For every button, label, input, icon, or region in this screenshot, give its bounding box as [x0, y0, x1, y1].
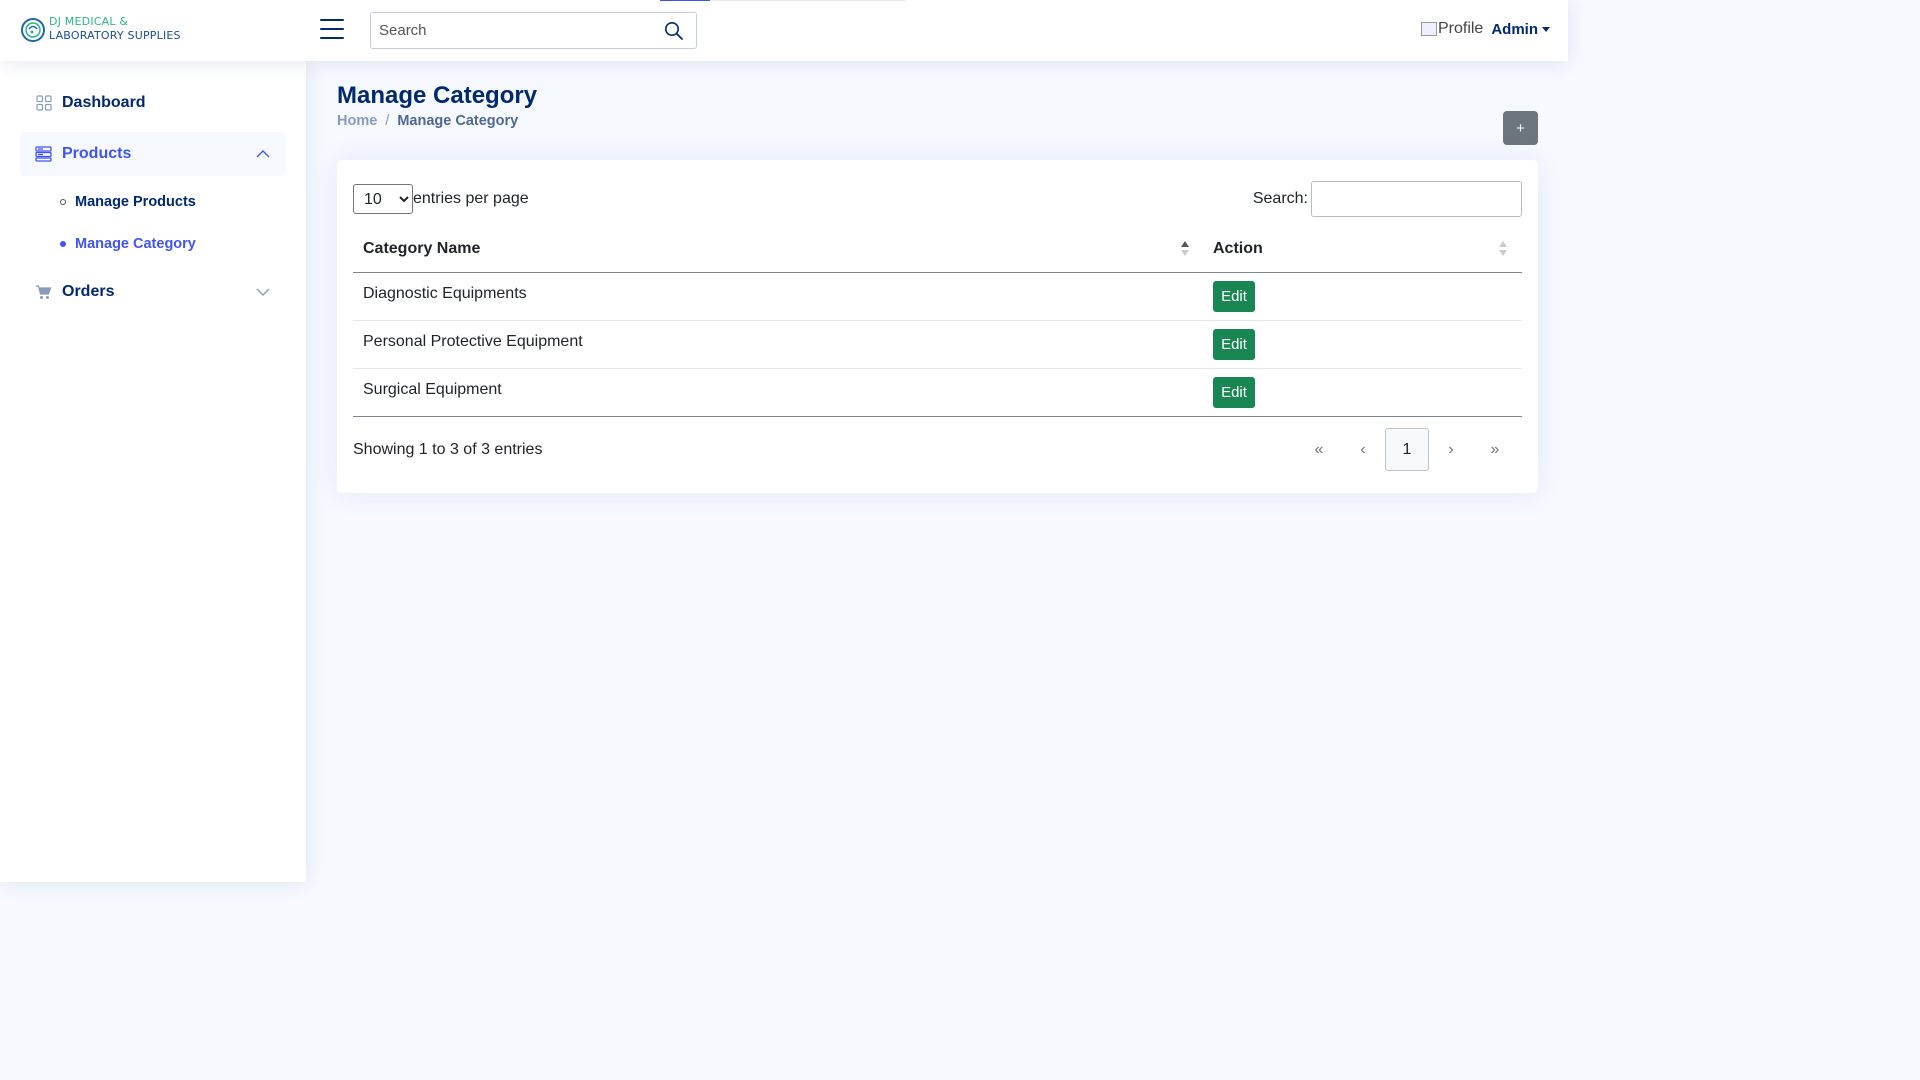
loading-bar	[660, 0, 906, 1]
category-name-cell: Personal Protective Equipment	[363, 333, 583, 350]
caret-down-icon	[1542, 26, 1550, 32]
avatar: Profile	[1420, 20, 1484, 38]
pagination-next-button[interactable]: ›	[1429, 428, 1473, 471]
chevron-down-icon	[256, 285, 270, 299]
entries-per-page-select[interactable]: 10	[353, 184, 413, 214]
table-search-input[interactable]	[1311, 181, 1522, 217]
circle-fill-icon	[60, 241, 66, 247]
table-row: Personal Protective Equipment Edit	[353, 321, 1522, 369]
table-search: Search:	[1253, 181, 1522, 217]
category-table-card: 10 entries per page Search: Category Nam…	[337, 160, 1538, 493]
brand-line-2: LABORATORY SUPPLIES	[49, 29, 181, 42]
pagination-first-button[interactable]: «	[1297, 428, 1341, 471]
brand-logo[interactable]: DJ MEDICAL & LABORATORY SUPPLIES	[20, 14, 181, 44]
edit-button[interactable]: Edit	[1213, 329, 1255, 360]
sidebar-subitem-manage-products[interactable]: Manage Products	[60, 194, 196, 210]
avatar-alt-text: Profile	[1437, 20, 1484, 37]
sidebar-subitem-label: Manage Products	[75, 194, 196, 210]
sidebar-item-label: Products	[62, 145, 132, 162]
breadcrumb-separator: /	[385, 113, 390, 129]
circle-icon	[60, 199, 66, 205]
sidebar-toggle-button[interactable]	[320, 19, 344, 41]
add-category-button[interactable]: +	[1503, 111, 1538, 145]
category-name-cell: Diagnostic Equipments	[363, 285, 527, 302]
top-header: DJ MEDICAL & LABORATORY SUPPLIES Profile…	[0, 0, 1568, 61]
sidebar-item-label: Orders	[62, 283, 115, 300]
sidebar-item-label: Dashboard	[62, 94, 146, 111]
sort-ascending-icon[interactable]	[1180, 240, 1190, 258]
header-search-bar	[370, 12, 697, 49]
breadcrumb: Home / Manage Category	[337, 113, 518, 129]
sidebar-item-dashboard[interactable]: Dashboard	[20, 81, 286, 125]
entries-per-page-label: entries per page	[413, 190, 529, 207]
menu-button-icon	[35, 146, 52, 163]
category-name-cell: Surgical Equipment	[363, 381, 502, 398]
table-row: Surgical Equipment Edit	[353, 369, 1522, 417]
cart-icon	[35, 284, 52, 301]
sort-icon[interactable]	[1498, 240, 1508, 258]
edit-button[interactable]: Edit	[1213, 377, 1255, 408]
broken-image-icon	[1420, 22, 1437, 36]
entries-per-page: 10 entries per page	[353, 184, 529, 214]
brand-line-1: DJ MEDICAL &	[49, 15, 129, 28]
pagination-page-button[interactable]: 1	[1385, 428, 1429, 471]
table-row: Diagnostic Equipments Edit	[353, 273, 1522, 321]
chevron-up-icon	[256, 147, 270, 161]
page-title: Manage Category	[337, 82, 538, 109]
pagination-last-button[interactable]: »	[1473, 428, 1517, 471]
sidebar-subitem-label: Manage Category	[75, 236, 196, 252]
breadcrumb-home-link[interactable]: Home	[337, 113, 377, 129]
column-header-action[interactable]: Action	[1213, 240, 1263, 258]
edit-button[interactable]: Edit	[1213, 281, 1255, 312]
sidebar-subitem-manage-category[interactable]: Manage Category	[60, 236, 196, 252]
column-header-category-name[interactable]: Category Name	[363, 240, 480, 258]
search-icon[interactable]	[664, 21, 684, 41]
sidebar-item-products[interactable]: Products	[20, 132, 286, 176]
table-info: Showing 1 to 3 of 3 entries	[353, 441, 543, 458]
pagination-prev-button[interactable]: ‹	[1341, 428, 1385, 471]
sidebar-item-orders[interactable]: Orders	[20, 270, 286, 314]
breadcrumb-current: Manage Category	[397, 113, 519, 129]
header-search-input[interactable]	[379, 13, 649, 48]
grid-icon	[35, 95, 52, 112]
profile-dropdown[interactable]: Profile Admin	[1420, 20, 1550, 38]
sidebar: Dashboard Products Manage Products Manag…	[0, 61, 306, 882]
table-search-label: Search:	[1252, 190, 1308, 207]
profile-name: Admin	[1491, 20, 1538, 38]
pagination: « ‹ 1 › »	[1297, 428, 1517, 471]
logo-mark-icon	[20, 14, 47, 44]
